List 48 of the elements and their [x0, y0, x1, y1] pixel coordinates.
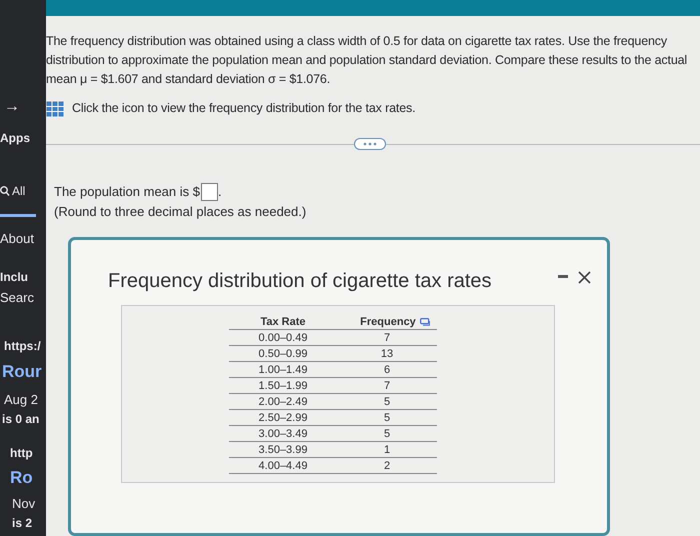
dialog-title: Frequency distribution of cigarette tax rates — [108, 270, 492, 293]
table-cell: 5 — [337, 426, 437, 442]
sidebar-label: Apps — [0, 131, 30, 145]
sidebar-label: http — [10, 446, 33, 460]
table-cell: 0.00–0.49 — [229, 330, 337, 346]
table-cell: 5 — [337, 394, 437, 410]
sidebar-label: All — [12, 184, 26, 198]
table-cell: 2.50–2.99 — [229, 410, 337, 426]
tab-underline — [0, 214, 36, 217]
answer-hint: (Round to three decimal places as needed.) — [54, 203, 308, 221]
table-cell: 4.00–4.49 — [229, 458, 337, 474]
minimize-icon[interactable] — [558, 275, 568, 279]
table-cell: 1.00–1.49 — [229, 362, 337, 378]
table-icon[interactable] — [46, 100, 64, 116]
more-icon[interactable] — [354, 138, 386, 150]
table-cell: 13 — [337, 346, 437, 362]
result-title[interactable]: Rour — [2, 362, 42, 382]
sidebar-label: Aug 2 — [4, 392, 38, 407]
result-title[interactable]: Ro — [10, 468, 33, 488]
sidebar-label: Nov — [12, 496, 36, 511]
table-cell: 2.00–2.49 — [229, 394, 337, 410]
table-cell: 1.50–1.99 — [229, 378, 337, 394]
column-header: Frequency — [360, 316, 416, 328]
table-cell: 2 — [337, 458, 437, 474]
table-cell: 3.00–3.49 — [229, 426, 337, 442]
sidebar-label: Inclu — [0, 270, 28, 284]
sidebar-label: Searc — [0, 290, 34, 305]
table-cell: 6 — [337, 362, 437, 378]
close-icon[interactable] — [578, 270, 591, 284]
table-cell: 1 — [337, 442, 437, 458]
search-icon[interactable] — [0, 185, 10, 197]
sidebar-label: About — [0, 231, 34, 246]
table-cell: 0.50–0.99 — [229, 346, 337, 362]
sidebar-label: https:/ — [4, 339, 41, 353]
sidebar-label: is 0 an — [2, 412, 40, 426]
table-cell: 7 — [337, 330, 437, 346]
answer-prompt: The population mean is $ — [54, 183, 200, 201]
table-cell: 7 — [337, 378, 437, 394]
answer-field[interactable] — [200, 183, 218, 201]
sidebar-label: is 2 — [12, 516, 32, 530]
answer-suffix: . — [218, 183, 222, 201]
arrow-icon[interactable]: → — [4, 98, 20, 116]
table-cell: 5 — [337, 410, 437, 426]
column-header: Tax Rate — [260, 316, 306, 328]
question-text: The frequency distribution was obtained using a class width of 0.5 for data on cigarette tax rates. Use the frequency distribution to approximate the population mean and population standard deviation. Compare these results to the actual mean μ = $1.607 and standard deviation σ = $1.076. — [46, 33, 688, 88]
instruction-link[interactable]: Click the icon to view the frequency distribution for the tax rates. — [72, 99, 416, 118]
table-cell: 3.50–3.99 — [229, 442, 337, 458]
copy-icon[interactable] — [420, 318, 430, 326]
